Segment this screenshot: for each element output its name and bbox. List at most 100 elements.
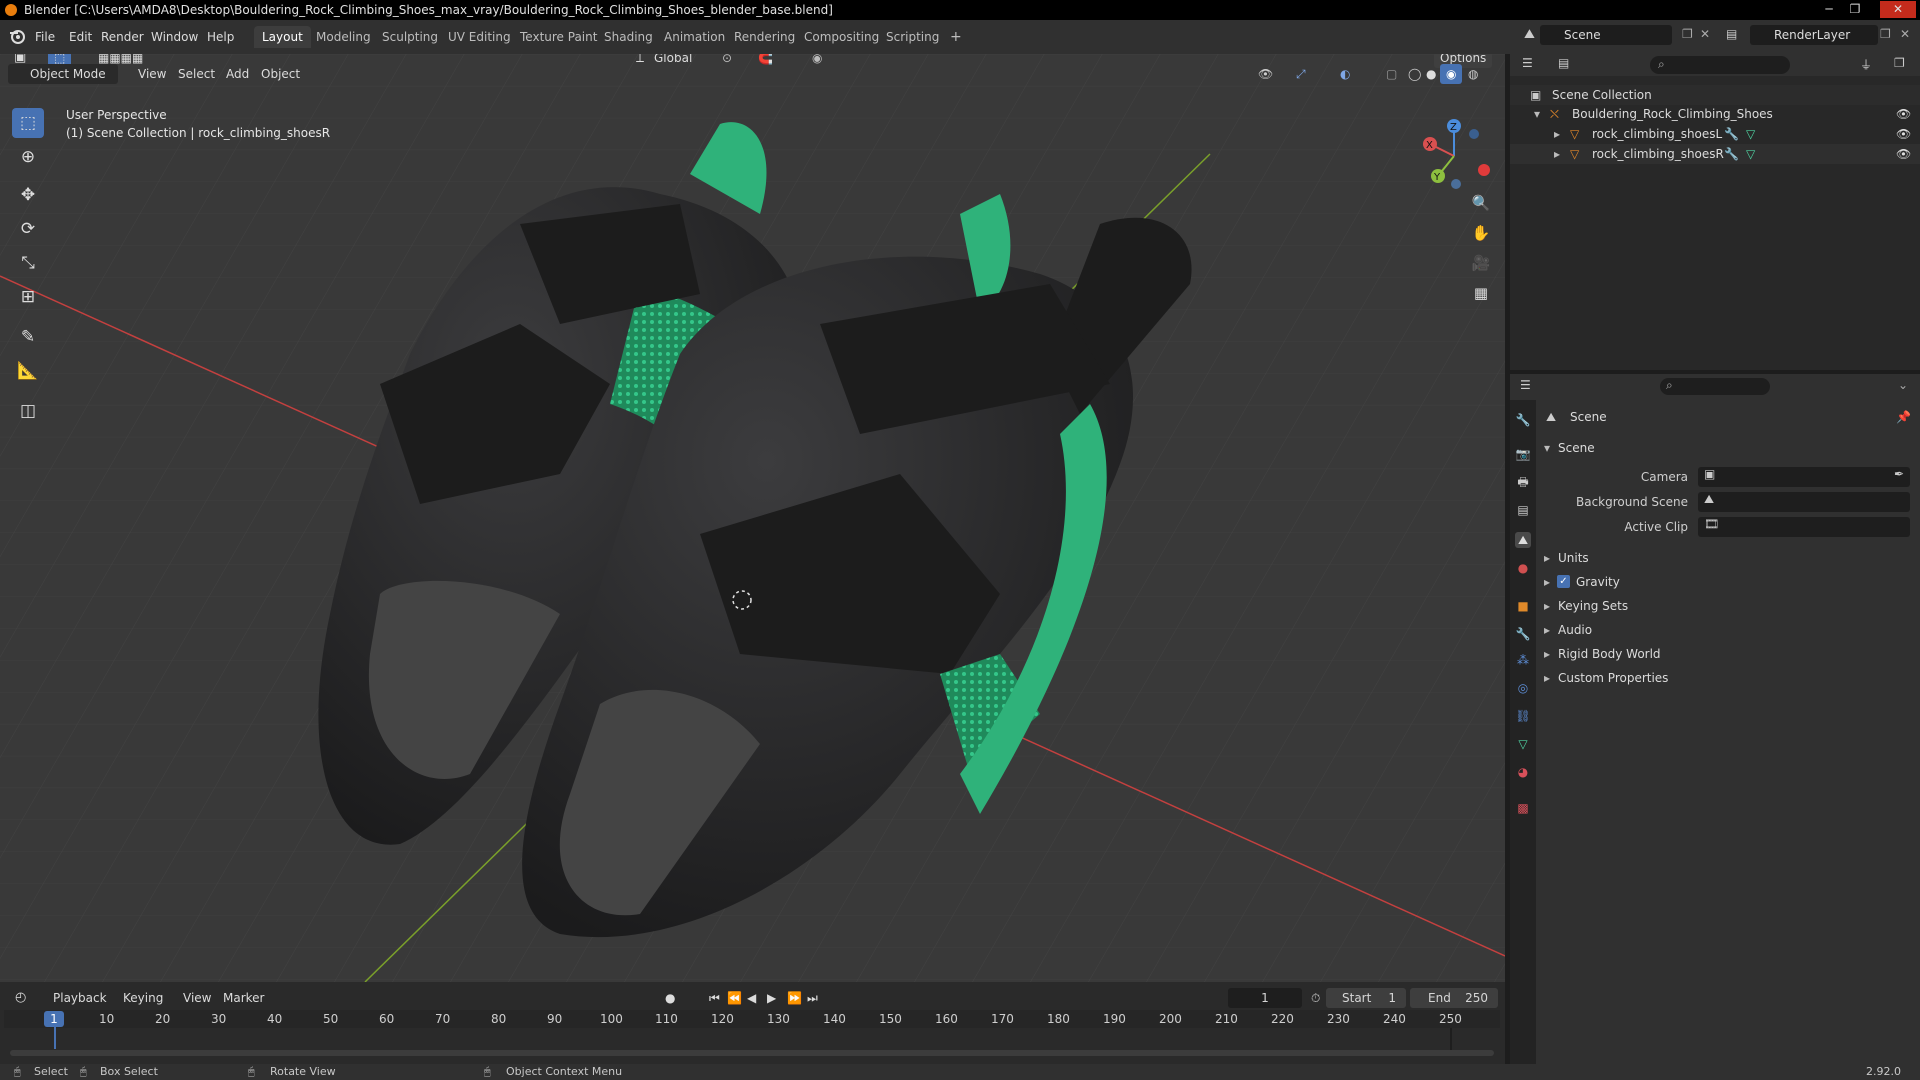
keying-sets-section[interactable]: Keying Sets	[1558, 596, 1628, 616]
timeline-menu-marker[interactable]: Marker	[218, 988, 269, 1008]
modifier-wrench-icon[interactable]: 🔧	[1724, 124, 1739, 144]
menu-window[interactable]: Window	[146, 27, 203, 47]
viewport-menu-view[interactable]: View	[132, 64, 172, 84]
menu-render[interactable]: Render	[96, 27, 149, 47]
pin-icon[interactable]: 📌	[1896, 410, 1911, 424]
3d-viewport[interactable]: ▣ ⬚ ▦▦▦▦ ⟂ Global ⊙ 🧲 ◉ Options Object M…	[0, 54, 1505, 982]
visibility-eye-icon[interactable]: 👁	[1896, 144, 1911, 164]
expand-arrow-icon[interactable]: ▸	[1554, 124, 1560, 144]
physics-tab-icon[interactable]: ◎	[1515, 680, 1531, 696]
eyedropper-icon[interactable]: ✒	[1894, 467, 1904, 481]
expand-arrow-icon[interactable]: ▸	[1544, 548, 1550, 568]
minimize-button[interactable]: ─	[1818, 1, 1840, 18]
cursor-tool-icon[interactable]: ⊕	[12, 142, 44, 172]
properties-editor-icon[interactable]: ☰	[1520, 378, 1531, 392]
filter-icon[interactable]: ⏚	[1860, 56, 1872, 73]
new-collection-icon[interactable]: ❐	[1894, 56, 1905, 70]
particles-tab-icon[interactable]: ⁂	[1515, 652, 1531, 668]
menu-help[interactable]: Help	[202, 27, 239, 47]
play-reverse-icon[interactable]: ◀	[742, 988, 761, 1008]
transform-tool-icon[interactable]: ⊞	[12, 282, 44, 312]
scale-tool-icon[interactable]: ⤡	[12, 248, 44, 278]
delete-view-layer-icon[interactable]: ✕	[1900, 27, 1910, 41]
start-frame-field[interactable]: Start 1	[1326, 988, 1406, 1008]
transform-orientation-dropdown[interactable]: Global	[648, 54, 698, 68]
object-tab-icon[interactable]: ■	[1515, 598, 1531, 614]
jump-end-icon[interactable]: ⏭	[802, 988, 823, 1008]
blender-logo-icon[interactable]	[8, 27, 26, 45]
end-frame-field[interactable]: End 250	[1410, 988, 1498, 1008]
render-tab-icon[interactable]: 📷	[1515, 446, 1531, 462]
viewport-menu-object[interactable]: Object	[255, 64, 306, 84]
viewport-menu-select[interactable]: Select	[172, 64, 221, 84]
tab-texture-paint[interactable]: Texture Paint	[512, 26, 605, 48]
expand-arrow-icon[interactable]: ▾	[1534, 104, 1540, 124]
tab-compositing[interactable]: Compositing	[796, 26, 887, 48]
timeline-menu-view[interactable]: View	[178, 988, 216, 1008]
gizmo-toggle-icon[interactable]: ⤢	[1290, 64, 1312, 84]
world-tab-icon[interactable]: ●	[1515, 560, 1531, 576]
camera-field[interactable]: ▣ ✒	[1698, 467, 1910, 487]
record-icon[interactable]: ●	[660, 988, 680, 1008]
delete-scene-icon[interactable]: ✕	[1700, 27, 1710, 41]
add-cube-tool-icon[interactable]: ◫	[12, 396, 44, 426]
expand-arrow-icon[interactable]: ▸	[1544, 620, 1550, 640]
overlay-toggle-icon[interactable]: ◐	[1334, 64, 1356, 84]
gravity-section[interactable]: Gravity	[1576, 572, 1620, 592]
active-clip-field[interactable]: 🎞	[1698, 517, 1910, 537]
new-scene-icon[interactable]: ❐	[1682, 27, 1693, 41]
pivot-point-icon[interactable]: ⊙	[716, 54, 738, 68]
current-frame-field[interactable]: 1	[1228, 988, 1302, 1008]
modifier-wrench-icon[interactable]: 🔧	[1724, 144, 1739, 164]
renderlayer-selector[interactable]: RenderLayer	[1750, 25, 1878, 45]
tab-animation[interactable]: Animation	[656, 26, 733, 48]
add-workspace-button[interactable]: +	[942, 26, 970, 48]
tab-rendering[interactable]: Rendering	[726, 26, 803, 48]
scene-panel-header[interactable]: Scene	[1558, 438, 1595, 458]
rendered-shading-icon[interactable]: ◍	[1462, 64, 1484, 84]
viewport-menu-add[interactable]: Add	[220, 64, 255, 84]
chevron-down-icon[interactable]: ⌄	[1898, 378, 1908, 392]
rotate-tool-icon[interactable]: ⟳	[12, 214, 44, 244]
mesh-data-icon[interactable]: ▽	[1746, 124, 1755, 144]
xray-toggle-icon[interactable]: ▢	[1380, 64, 1403, 84]
texture-tab-icon[interactable]: ▩	[1515, 800, 1531, 816]
expand-arrow-icon[interactable]: ▸	[1544, 644, 1550, 664]
playhead[interactable]: 1	[44, 1011, 64, 1027]
pan-hand-icon[interactable]: ✋	[1468, 220, 1494, 246]
move-tool-icon[interactable]: ✥	[12, 180, 44, 210]
ortho-grid-icon[interactable]: ▦	[1468, 280, 1494, 306]
modifier-tab-icon[interactable]: 🔧	[1515, 626, 1531, 642]
maximize-button[interactable]: ❐	[1844, 1, 1866, 18]
expand-arrow-icon[interactable]: ▾	[1544, 438, 1550, 458]
outliner-collection-row[interactable]: ▾ ⛌ Bouldering_Rock_Climbing_Shoes 👁	[1510, 104, 1920, 124]
mesh-data-icon[interactable]: ▽	[1746, 144, 1755, 164]
outliner-editor-icon[interactable]: ☰	[1522, 56, 1533, 70]
tab-shading[interactable]: Shading	[596, 26, 661, 48]
material-shading-icon[interactable]: ◉	[1440, 64, 1463, 84]
data-tab-icon[interactable]: ▽	[1515, 736, 1531, 752]
new-view-layer-icon[interactable]: ❐	[1880, 27, 1891, 41]
snap-icon[interactable]: 🧲	[752, 54, 779, 68]
visibility-icon[interactable]: 👁	[1252, 64, 1279, 84]
background-scene-field[interactable]: ⛰	[1698, 492, 1910, 512]
custom-properties-section[interactable]: Custom Properties	[1558, 668, 1668, 688]
menu-edit[interactable]: Edit	[64, 27, 97, 47]
close-button[interactable]: ✕	[1880, 1, 1916, 18]
display-mode-icon[interactable]: ▤	[1558, 56, 1569, 70]
annotate-tool-icon[interactable]: ✎	[12, 322, 44, 352]
gravity-checkbox[interactable]: ✓	[1557, 575, 1570, 588]
expand-arrow-icon[interactable]: ▸	[1544, 596, 1550, 616]
select-box-tool-icon[interactable]: ⬚	[12, 108, 44, 138]
constraints-tab-icon[interactable]: ⛓	[1515, 708, 1531, 724]
expand-arrow-icon[interactable]: ▸	[1544, 572, 1550, 592]
proportional-edit-icon[interactable]: ◉	[806, 54, 828, 68]
tab-modeling[interactable]: Modeling	[308, 26, 379, 48]
units-section[interactable]: Units	[1558, 548, 1589, 568]
tool-tab-icon[interactable]: 🔧	[1515, 412, 1531, 428]
zoom-icon[interactable]: 🔍	[1468, 190, 1494, 216]
timeline-menu-playback[interactable]: Playback	[48, 988, 112, 1008]
timeline-scrollbar[interactable]	[10, 1050, 1494, 1056]
material-tab-icon[interactable]: ◕	[1515, 764, 1531, 780]
tab-uv-editing[interactable]: UV Editing	[440, 26, 519, 48]
